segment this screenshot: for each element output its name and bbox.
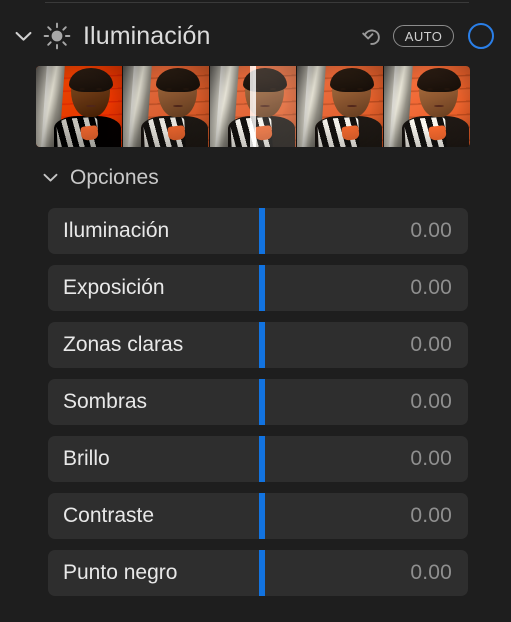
- brightness-sun-icon: [40, 19, 74, 53]
- slider-handle[interactable]: [259, 436, 266, 482]
- slider-row-exposicion[interactable]: Exposición 0.00: [48, 265, 468, 311]
- filmstrip-thumbnail-selected[interactable]: [210, 66, 297, 147]
- slider-handle[interactable]: [259, 379, 266, 425]
- thumbnail-vignette: [36, 66, 122, 147]
- lighting-adjustment-panel: Iluminación AUTO Opciones Iluminación 0.…: [0, 0, 511, 622]
- auto-button-label: AUTO: [404, 28, 443, 44]
- slider-handle[interactable]: [259, 493, 266, 539]
- lighting-variations-filmstrip[interactable]: [36, 66, 470, 147]
- slider-row-sombras[interactable]: Sombras 0.00: [48, 379, 468, 425]
- lighting-section-header: Iluminación AUTO: [0, 12, 511, 60]
- undo-arrow-icon[interactable]: [355, 19, 389, 53]
- slider-handle[interactable]: [259, 550, 266, 596]
- circle-toggle-icon[interactable]: [468, 23, 494, 49]
- slider-label: Contraste: [63, 504, 155, 527]
- filmstrip-thumbnail[interactable]: [123, 66, 210, 147]
- filmstrip-selection-indicator[interactable]: [250, 66, 256, 147]
- adjustment-sliders-list: Iluminación 0.00 Exposición 0.00 Zonas c…: [48, 208, 468, 607]
- panel-top-divider: [45, 2, 469, 3]
- filmstrip-thumbnail[interactable]: [36, 66, 123, 147]
- slider-label: Sombras: [63, 390, 148, 413]
- thumbnail-vignette: [384, 66, 470, 147]
- slider-row-contraste[interactable]: Contraste 0.00: [48, 493, 468, 539]
- slider-label: Punto negro: [63, 561, 178, 584]
- options-title: Opciones: [70, 166, 159, 189]
- slider-value: 0.00: [410, 561, 452, 584]
- slider-label: Exposición: [63, 276, 165, 299]
- filmstrip-thumbnail[interactable]: [384, 66, 470, 147]
- slider-value: 0.00: [410, 504, 452, 527]
- filmstrip-selection-wash: [253, 66, 296, 147]
- slider-handle[interactable]: [259, 208, 266, 254]
- slider-label: Brillo: [63, 447, 110, 470]
- slider-label: Iluminación: [63, 219, 170, 242]
- chevron-down-icon[interactable]: [38, 173, 62, 183]
- page-title: Iluminación: [83, 21, 211, 50]
- thumbnail-vignette: [123, 66, 209, 147]
- slider-row-brillo[interactable]: Brillo 0.00: [48, 436, 468, 482]
- slider-value: 0.00: [410, 333, 452, 356]
- filmstrip-thumbnail[interactable]: [297, 66, 384, 147]
- slider-handle[interactable]: [259, 265, 266, 311]
- thumbnail-vignette: [297, 66, 383, 147]
- slider-handle[interactable]: [259, 322, 266, 368]
- slider-value: 0.00: [410, 390, 452, 413]
- slider-value: 0.00: [410, 447, 452, 470]
- slider-value: 0.00: [410, 276, 452, 299]
- slider-row-iluminacion[interactable]: Iluminación 0.00: [48, 208, 468, 254]
- chevron-down-icon[interactable]: [8, 31, 38, 42]
- slider-row-punto-negro[interactable]: Punto negro 0.00: [48, 550, 468, 596]
- auto-button[interactable]: AUTO: [393, 25, 454, 47]
- options-section-header[interactable]: Opciones: [0, 160, 159, 196]
- slider-row-zonas-claras[interactable]: Zonas claras 0.00: [48, 322, 468, 368]
- slider-value: 0.00: [410, 219, 452, 242]
- slider-label: Zonas claras: [63, 333, 184, 356]
